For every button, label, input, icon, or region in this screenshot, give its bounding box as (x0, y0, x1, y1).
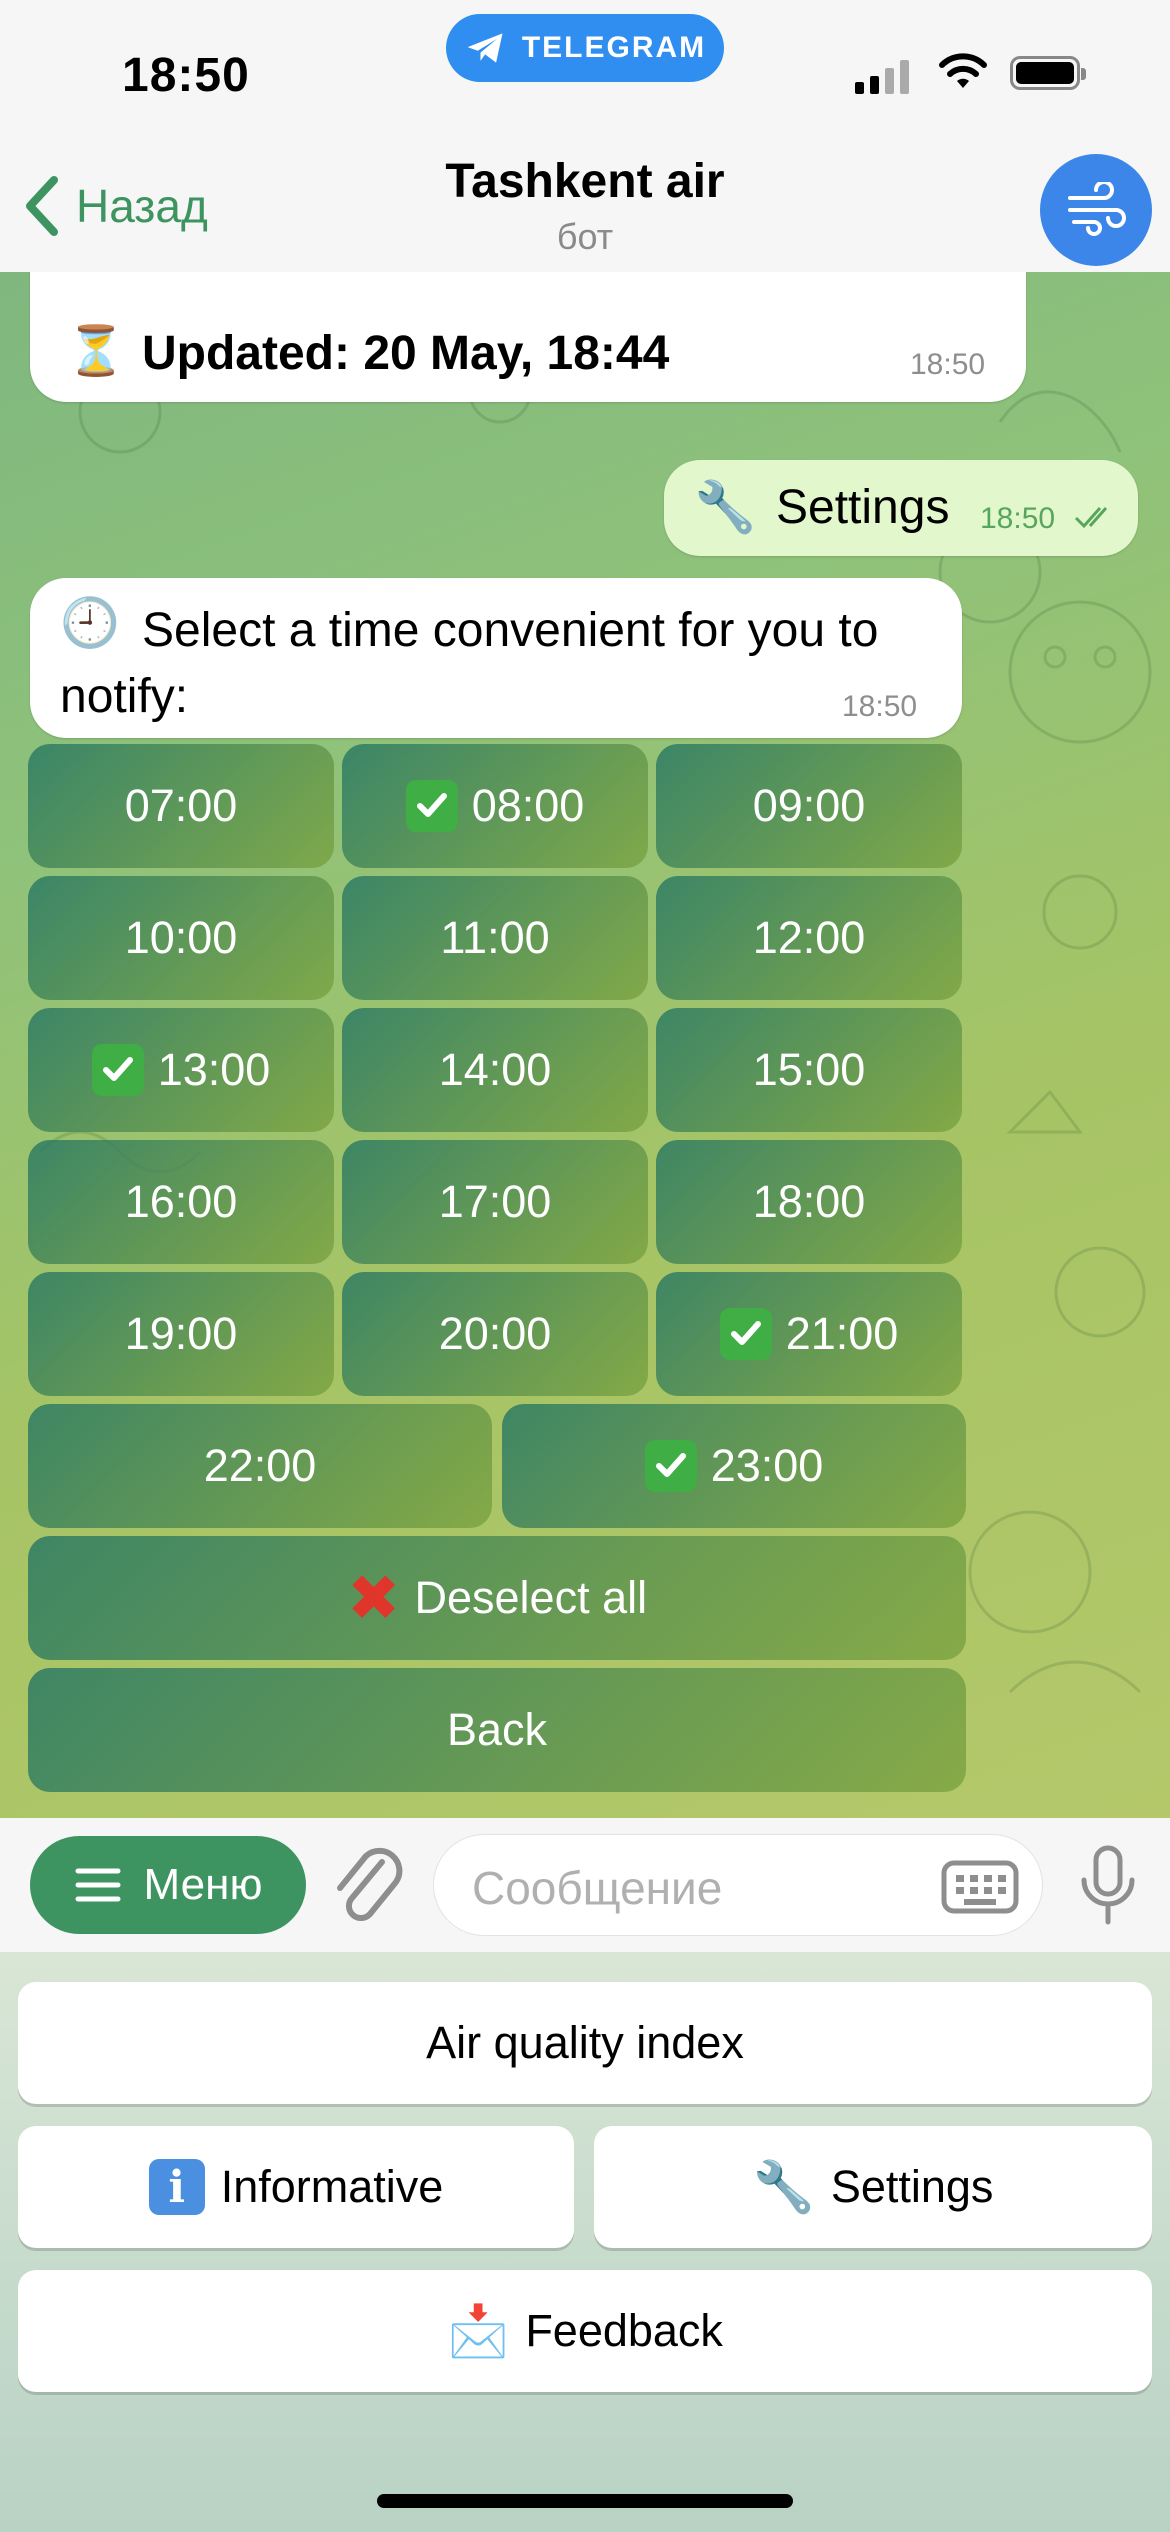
wrench-icon: 🔧 (752, 2158, 815, 2215)
informative-button[interactable]: i Informative (18, 2126, 574, 2248)
time-button[interactable]: 14:00 (342, 1008, 648, 1132)
time-button[interactable]: 11:00 (342, 876, 648, 1000)
telegram-pill[interactable]: TELEGRAM (446, 14, 724, 82)
status-time: 18:50 (122, 49, 250, 102)
chat-title: Tashkent air (445, 155, 725, 208)
time-button[interactable]: 17:00 (342, 1140, 648, 1264)
time-button-label: 19:00 (124, 1308, 238, 1359)
time-button-label: 23:00 (710, 1440, 824, 1491)
reply-keyboard: Air quality index i Informative 🔧 Settin… (0, 1952, 1170, 2532)
chat-subtitle: бот (556, 216, 614, 257)
telegram-plane-icon (467, 33, 503, 63)
time-button-label: 12:00 (752, 912, 866, 963)
message-updated[interactable]: ⏳ Updated: 20 May, 18:44 18:50 (30, 272, 1026, 402)
feedback-button[interactable]: 📩 Feedback (18, 2270, 1152, 2392)
back-inline-label: Back (446, 1704, 548, 1755)
time-button[interactable]: 23:00 (502, 1404, 966, 1528)
inline-keyboard: 07:00 08:00 09:00 10:00 11:00 12:00 13:00 14:00… (28, 744, 966, 1792)
message-time: 18:50 (980, 502, 1056, 535)
time-button-label: 22:00 (203, 1440, 317, 1491)
time-button-label: 08:00 (471, 780, 585, 831)
message-updated-text: Updated: 20 May, 18:44 (142, 327, 670, 380)
time-button[interactable]: 10:00 (28, 876, 334, 1000)
telegram-pill-label: TELEGRAM (521, 31, 707, 64)
keyboard-icon[interactable] (940, 1859, 1020, 1915)
air-quality-button[interactable]: Air quality index (18, 1982, 1152, 2104)
battery-icon (1010, 56, 1086, 90)
cross-icon: ✖ (346, 1562, 401, 1634)
chat-header: Назад Tashkent air бот (0, 130, 1170, 273)
message-time: 18:50 (842, 690, 918, 723)
hourglass-icon: ⏳ (66, 325, 126, 378)
deselect-all-button[interactable]: ✖ Deselect all (28, 1536, 966, 1660)
wrench-icon: 🔧 (694, 479, 757, 535)
time-button[interactable]: 22:00 (28, 1404, 492, 1528)
menu-label: Меню (143, 1860, 263, 1909)
time-button[interactable]: 16:00 (28, 1140, 334, 1264)
time-button-label: 18:00 (752, 1176, 866, 1227)
time-button-label: 13:00 (157, 1044, 271, 1095)
time-button-label: 09:00 (752, 780, 866, 831)
checkmark-icon (719, 1308, 772, 1360)
menu-icon (75, 1868, 121, 1902)
status-bar: 18:50 TELEGRAM (0, 0, 1170, 130)
time-button[interactable]: 18:00 (656, 1140, 962, 1264)
message-settings-outgoing[interactable]: 🔧 Settings 18:50 (664, 460, 1138, 556)
time-button[interactable]: 08:00 (342, 744, 648, 868)
checkmark-icon (405, 780, 458, 832)
cellular-signal-icon (855, 58, 909, 94)
air-quality-label: Air quality index (426, 2017, 744, 2068)
message-settings-text: Settings (776, 481, 950, 534)
settings-button[interactable]: 🔧 Settings (594, 2126, 1152, 2248)
back-inline-button[interactable]: Back (28, 1668, 966, 1792)
message-input-placeholder: Сообщение (472, 1862, 723, 1914)
wind-icon (1068, 182, 1126, 236)
time-button[interactable]: 07:00 (28, 744, 334, 868)
checkmark-icon (91, 1044, 144, 1096)
informative-label: Informative (220, 2161, 444, 2212)
time-button[interactable]: 20:00 (342, 1272, 648, 1396)
menu-button[interactable]: Меню (30, 1836, 306, 1934)
message-select-time[interactable]: 🕘 Select a time convenient for you to no… (30, 578, 962, 738)
checkmark-icon (644, 1440, 697, 1492)
time-button-label: 07:00 (124, 780, 238, 831)
time-button[interactable]: 15:00 (656, 1008, 962, 1132)
time-button-label: 16:00 (124, 1176, 238, 1227)
time-button-label: 10:00 (124, 912, 238, 963)
time-button-label: 20:00 (438, 1308, 552, 1359)
microphone-icon[interactable] (1078, 1844, 1138, 1928)
bot-avatar[interactable] (1040, 154, 1152, 266)
wifi-icon (939, 53, 987, 88)
time-button-label: 11:00 (440, 912, 550, 963)
message-input-bar: Меню Сообщение (0, 1818, 1170, 1952)
chat-area[interactable]: ⏳ Updated: 20 May, 18:44 18:50 🔧 Setting… (0, 272, 1170, 1818)
home-indicator[interactable] (377, 2494, 793, 2508)
double-check-icon (1074, 507, 1108, 529)
info-icon: i (148, 2159, 205, 2215)
time-button[interactable]: 09:00 (656, 744, 962, 868)
time-button[interactable]: 19:00 (28, 1272, 334, 1396)
time-button[interactable]: 13:00 (28, 1008, 334, 1132)
message-select-time-text: Select a time convenient for you to noti… (60, 604, 879, 723)
time-button[interactable]: 12:00 (656, 876, 962, 1000)
message-time: 18:50 (910, 348, 986, 381)
feedback-label: Feedback (525, 2305, 723, 2356)
time-button-label: 17:00 (438, 1176, 552, 1227)
deselect-all-label: Deselect all (414, 1572, 648, 1623)
attach-icon[interactable] (330, 1840, 410, 1930)
time-button-label: 14:00 (438, 1044, 552, 1095)
settings-label: Settings (830, 2161, 994, 2212)
time-button-label: 15:00 (752, 1044, 866, 1095)
message-input[interactable]: Сообщение (433, 1834, 1043, 1936)
envelope-icon: 📩 (447, 2302, 510, 2359)
time-button-label: 21:00 (785, 1308, 899, 1359)
time-button[interactable]: 21:00 (656, 1272, 962, 1396)
